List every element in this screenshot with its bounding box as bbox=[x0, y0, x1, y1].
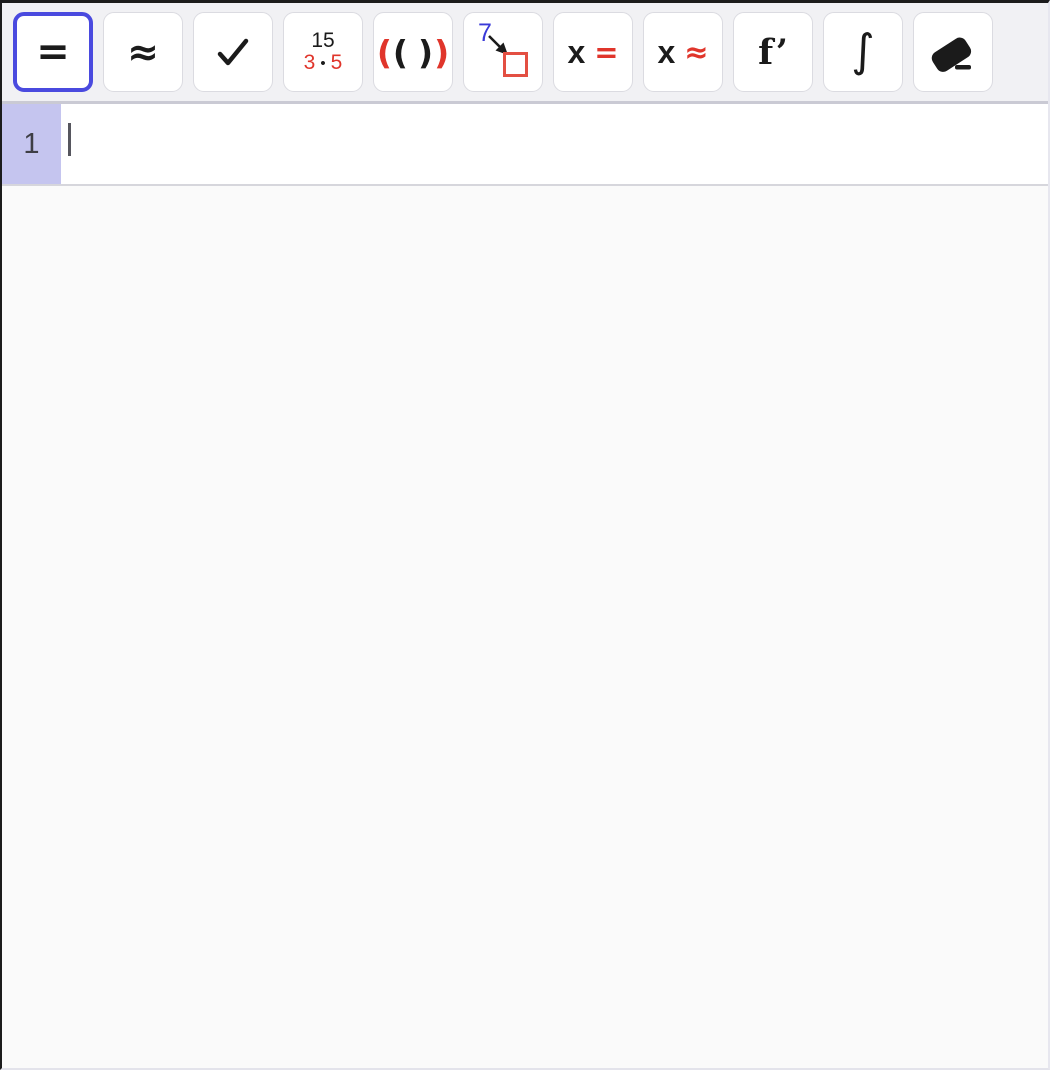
outer-right-paren: ) bbox=[434, 36, 449, 69]
delete-button[interactable] bbox=[913, 12, 993, 92]
inner-right-paren: ) bbox=[418, 36, 433, 69]
integral-glyph: ∫ bbox=[851, 28, 874, 73]
cas-window: = ≈ 15 3 • 5 ( ( ) bbox=[0, 0, 1050, 1070]
nsolve-approx: ≈ bbox=[684, 38, 708, 67]
factor-bottom-row: 3 • 5 bbox=[304, 52, 343, 74]
solve-x: x bbox=[567, 36, 585, 68]
solve-button[interactable]: x = bbox=[553, 12, 633, 92]
expand-button[interactable]: ( ( ) ) bbox=[373, 12, 453, 92]
row-number-cell[interactable]: 1 bbox=[2, 104, 61, 184]
factor-glyph: 15 3 • 5 bbox=[304, 30, 343, 74]
derivative-glyph: f’ bbox=[758, 35, 788, 70]
inner-left-paren: ( bbox=[393, 36, 408, 69]
factor-button[interactable]: 15 3 • 5 bbox=[283, 12, 363, 92]
nsolve-x: x bbox=[657, 36, 675, 68]
substitute-target-box bbox=[503, 52, 528, 77]
factor-left-number: 3 bbox=[304, 52, 316, 74]
solve-equals: = bbox=[594, 38, 618, 67]
cas-input-field[interactable] bbox=[61, 104, 1048, 184]
nsolve-glyph: x ≈ bbox=[657, 36, 708, 68]
factor-top-number: 15 bbox=[311, 30, 334, 52]
text-caret bbox=[68, 123, 71, 156]
factor-right-number: 5 bbox=[331, 52, 343, 74]
cas-toolbar: = ≈ 15 3 • 5 ( ( ) bbox=[2, 3, 1048, 104]
expand-glyph: ( ( ) ) bbox=[377, 36, 449, 69]
approximate-button[interactable]: ≈ bbox=[103, 12, 183, 92]
cas-empty-area[interactable] bbox=[2, 186, 1048, 1070]
keep-input-button[interactable] bbox=[193, 12, 273, 92]
checkmark-icon bbox=[214, 36, 252, 68]
eraser-icon bbox=[929, 30, 977, 74]
integral-button[interactable]: ∫ bbox=[823, 12, 903, 92]
substitute-button[interactable]: 7 bbox=[463, 12, 543, 92]
approx-glyph: ≈ bbox=[127, 33, 159, 71]
evaluate-button[interactable]: = bbox=[13, 12, 93, 92]
equals-glyph: = bbox=[36, 32, 70, 72]
outer-left-paren: ( bbox=[377, 36, 392, 69]
solve-glyph: x = bbox=[567, 36, 618, 68]
solve-numerically-button[interactable]: x ≈ bbox=[643, 12, 723, 92]
cas-row: 1 bbox=[2, 104, 1048, 186]
derivative-button[interactable]: f’ bbox=[733, 12, 813, 92]
multiplication-dot: • bbox=[320, 56, 325, 71]
substitute-glyph: 7 bbox=[475, 24, 531, 80]
